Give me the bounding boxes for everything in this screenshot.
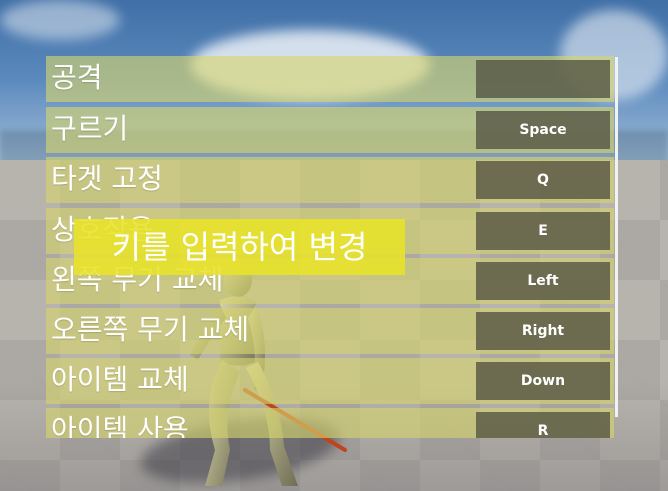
binding-row-right-weapon[interactable]: 오른쪽 무기 교체 Right [46, 308, 614, 354]
binding-row-lock-target[interactable]: 타겟 고정 Q [46, 157, 614, 203]
scrollbar[interactable] [615, 57, 618, 417]
action-label: 구르기 [51, 112, 129, 145]
action-label: 타겟 고정 [51, 162, 163, 195]
action-label: 공격 [51, 61, 103, 94]
binding-row-roll[interactable]: 구르기 Space [46, 107, 614, 153]
action-label: 아이템 사용 [51, 413, 189, 438]
key-button[interactable]: Left [476, 262, 610, 300]
key-button[interactable]: Q [476, 161, 610, 199]
press-key-prompt: 키를 입력하여 변경 [74, 219, 405, 275]
key-button[interactable]: Space [476, 111, 610, 149]
action-label: 아이템 교체 [51, 363, 189, 396]
binding-row-switch-item[interactable]: 아이템 교체 Down [46, 358, 614, 404]
cloud [0, 0, 120, 40]
binding-row-use-item[interactable]: 아이템 사용 R [46, 408, 614, 438]
key-button[interactable]: Right [476, 312, 610, 350]
key-button[interactable]: R [476, 412, 610, 438]
key-button[interactable]: E [476, 212, 610, 250]
binding-row-attack[interactable]: 공격 [46, 56, 614, 102]
key-button[interactable] [476, 60, 610, 98]
action-label: 오른쪽 무기 교체 [51, 313, 250, 346]
key-button[interactable]: Down [476, 362, 610, 400]
